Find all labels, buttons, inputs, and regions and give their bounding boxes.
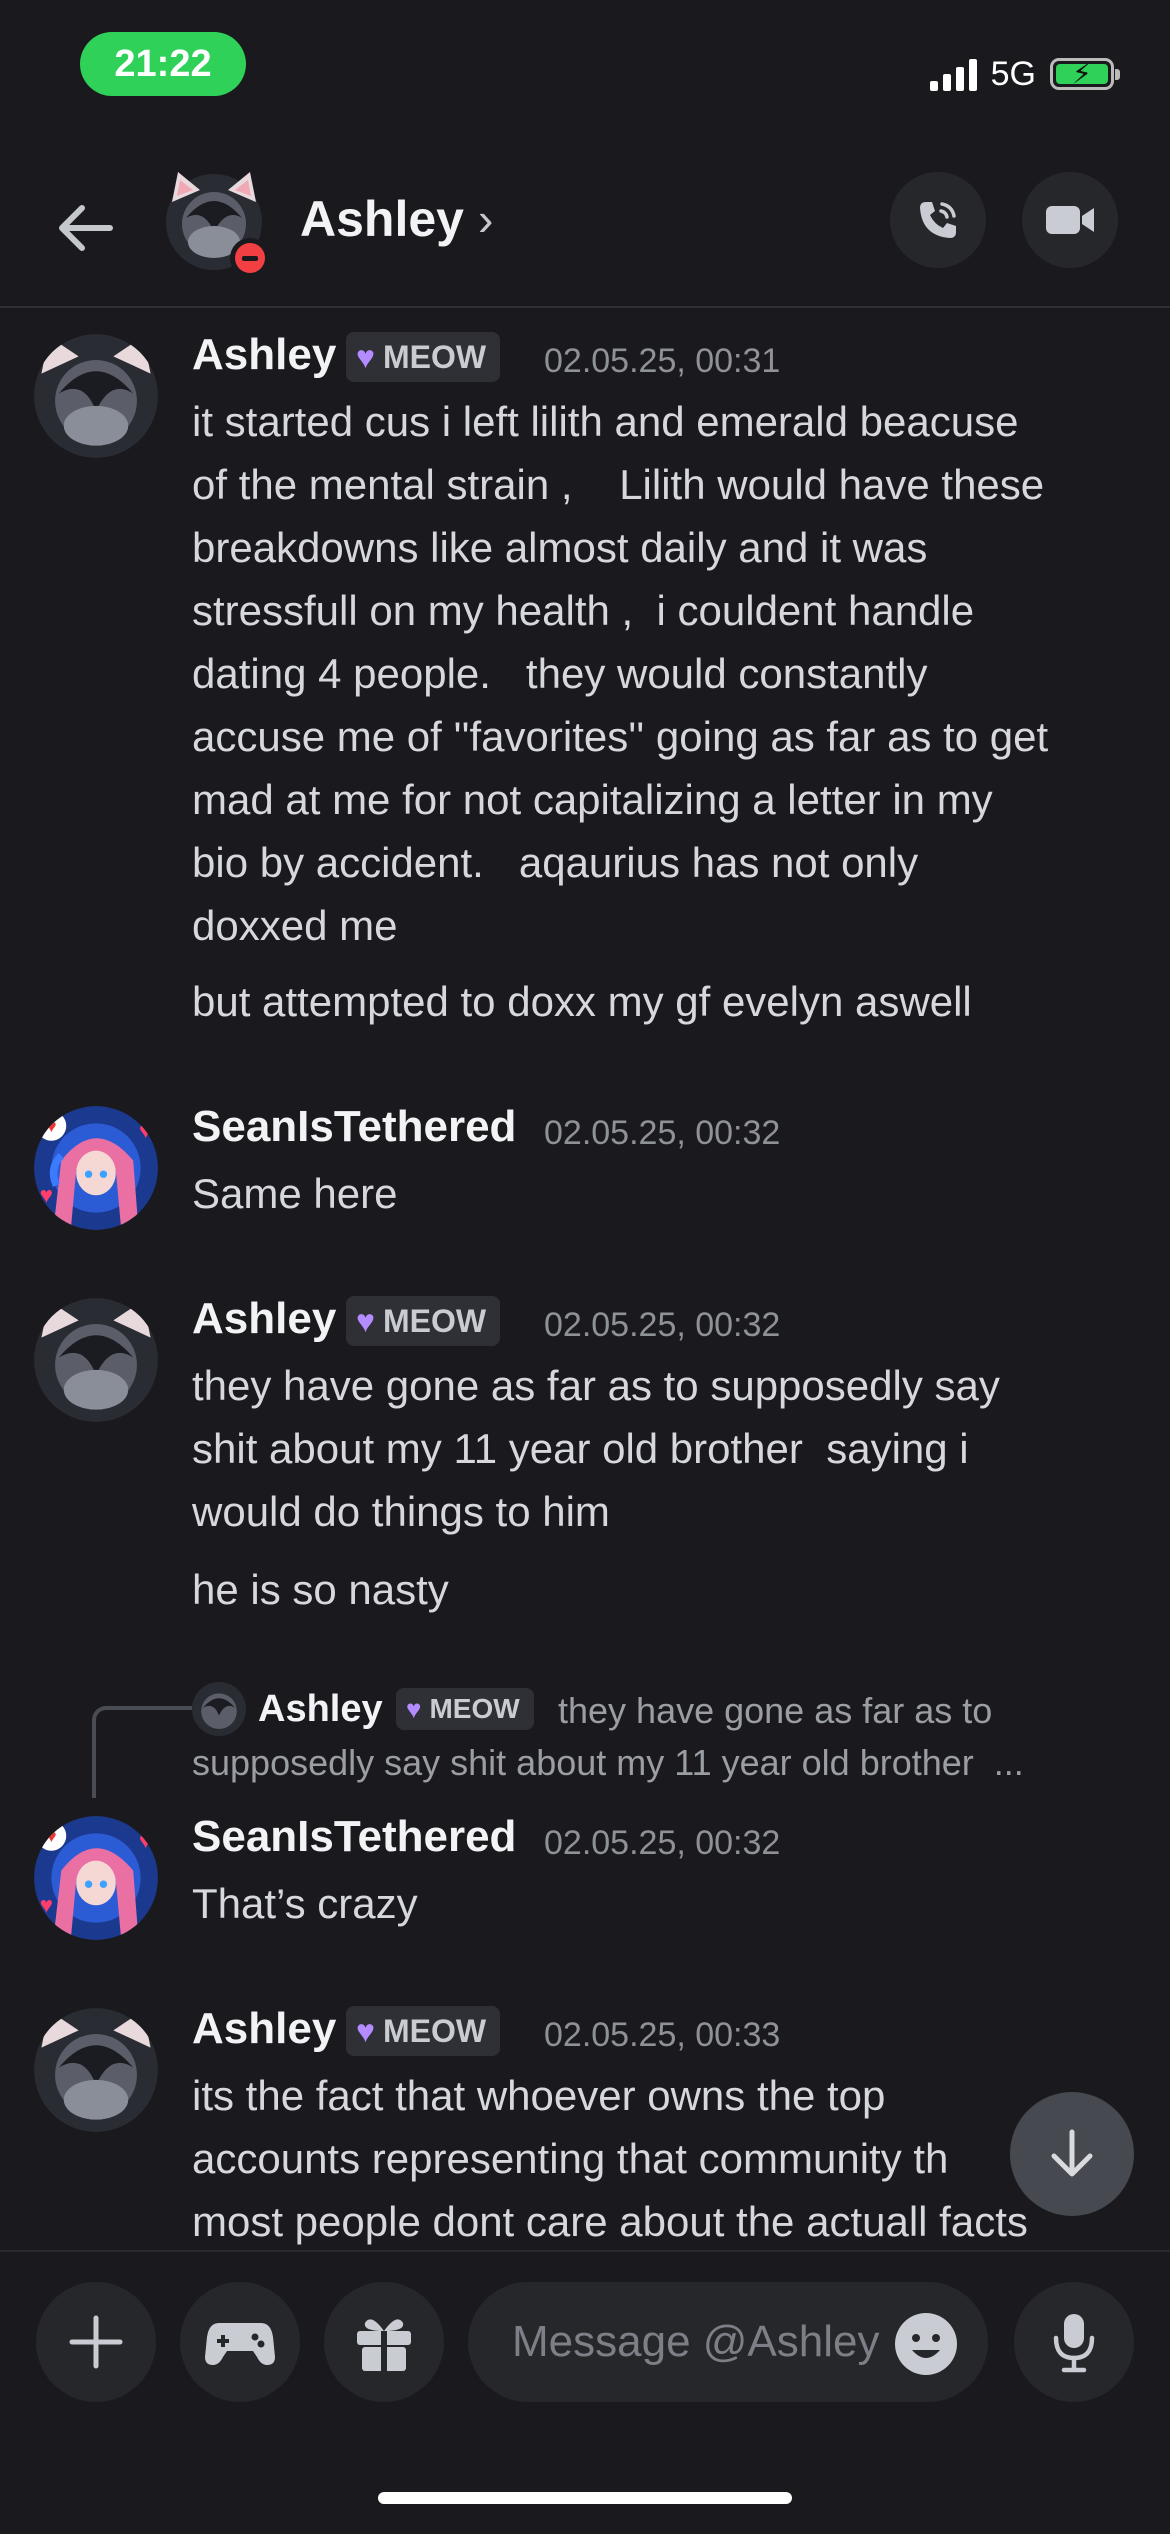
heart-icon: ♥: [356, 2012, 375, 2049]
role-tag: ♥ MEOW: [396, 1688, 534, 1730]
home-indicator: [378, 2492, 792, 2504]
status-time: 21:22: [80, 32, 246, 96]
svg-text:♥: ♥: [46, 1826, 56, 1846]
jump-to-bottom-button[interactable]: [1010, 2092, 1134, 2216]
role-tag: ♥ MEOW: [346, 332, 501, 382]
message-author[interactable]: Ashley: [192, 2004, 336, 2054]
gift-button[interactable]: [324, 2282, 444, 2402]
role-tag: ♥ MEOW: [346, 2006, 501, 2056]
avatar[interactable]: ♥ ♥ ♥: [34, 1816, 158, 1940]
svg-text:♥: ♥: [139, 1118, 152, 1143]
reply-author[interactable]: Ashley: [258, 1688, 383, 1731]
chevron-right-icon[interactable]: ›: [478, 192, 493, 246]
message-timestamp: 02.05.25, 00:32: [544, 1306, 781, 1344]
avatar[interactable]: [34, 334, 158, 458]
message-input-placeholder: Message @Ashley: [512, 2317, 880, 2366]
svg-text:♥: ♥: [46, 1116, 56, 1136]
emoji-icon[interactable]: [894, 2312, 958, 2376]
message-timestamp: 02.05.25, 00:32: [544, 1114, 781, 1152]
microphone-icon: [1053, 2314, 1095, 2373]
voice-message-button[interactable]: [1014, 2282, 1134, 2402]
message-body[interactable]: but attempted to doxx my gf evelyn aswel…: [192, 970, 972, 1033]
add-attachment-button[interactable]: [36, 2282, 156, 2402]
message-timestamp: 02.05.25, 00:33: [544, 2016, 781, 2054]
video-call-button[interactable]: [1022, 172, 1118, 268]
dnd-status-icon: [230, 238, 270, 278]
message-body[interactable]: they have gone as far as to supposedly s…: [192, 1354, 1000, 1543]
plus-icon: [69, 2315, 123, 2369]
svg-text:♥: ♥: [40, 1893, 53, 1918]
role-tag: ♥ MEOW: [346, 1296, 501, 1346]
message-body[interactable]: That’s crazy: [192, 1872, 418, 1935]
message-timestamp: 02.05.25, 00:31: [544, 342, 781, 380]
gamepad-icon: [205, 2323, 275, 2365]
avatar[interactable]: [34, 2008, 158, 2132]
heart-icon: ♥: [356, 338, 375, 375]
reply-connector: [92, 1706, 192, 1798]
battery-icon: ⚡: [1050, 58, 1120, 90]
status-indicators: 5G ⚡: [929, 48, 1120, 100]
signal-icon: [929, 57, 977, 91]
network-label: 5G: [990, 54, 1036, 93]
message-body[interactable]: its the fact that whoever owns the top a…: [192, 2064, 1028, 2253]
avatar: [192, 1682, 246, 1736]
heart-icon: ♥: [406, 1693, 422, 1724]
message-author[interactable]: SeanIsTethered: [192, 1102, 516, 1152]
header-title[interactable]: Ashley: [300, 190, 464, 248]
avatar[interactable]: ♥ ♥ ♥: [34, 1106, 158, 1230]
video-icon: [1046, 206, 1094, 234]
message-author[interactable]: Ashley: [192, 1294, 336, 1344]
avatar[interactable]: [34, 1298, 158, 1422]
svg-text:♥: ♥: [139, 1828, 152, 1853]
message-body[interactable]: it started cus i left lilith and emerald…: [192, 390, 1048, 957]
arrow-down-icon: [1051, 2129, 1093, 2177]
activities-button[interactable]: [180, 2282, 300, 2402]
message-body[interactable]: he is so nasty: [192, 1558, 449, 1621]
svg-text:♥: ♥: [40, 1183, 53, 1208]
heart-icon: ♥: [356, 1302, 375, 1339]
message-author[interactable]: Ashley: [192, 330, 336, 380]
reply-preview[interactable]: they have gone as far as to: [558, 1690, 992, 1732]
message-body[interactable]: Same here: [192, 1162, 397, 1225]
back-arrow-icon[interactable]: [52, 196, 116, 260]
message-author[interactable]: SeanIsTethered: [192, 1812, 516, 1862]
phone-icon: [920, 202, 956, 238]
call-button[interactable]: [890, 172, 986, 268]
gift-icon: [357, 2319, 411, 2371]
reply-preview[interactable]: supposedly say shit about my 11 year old…: [192, 1742, 1024, 1784]
message-timestamp: 02.05.25, 00:32: [544, 1824, 781, 1862]
